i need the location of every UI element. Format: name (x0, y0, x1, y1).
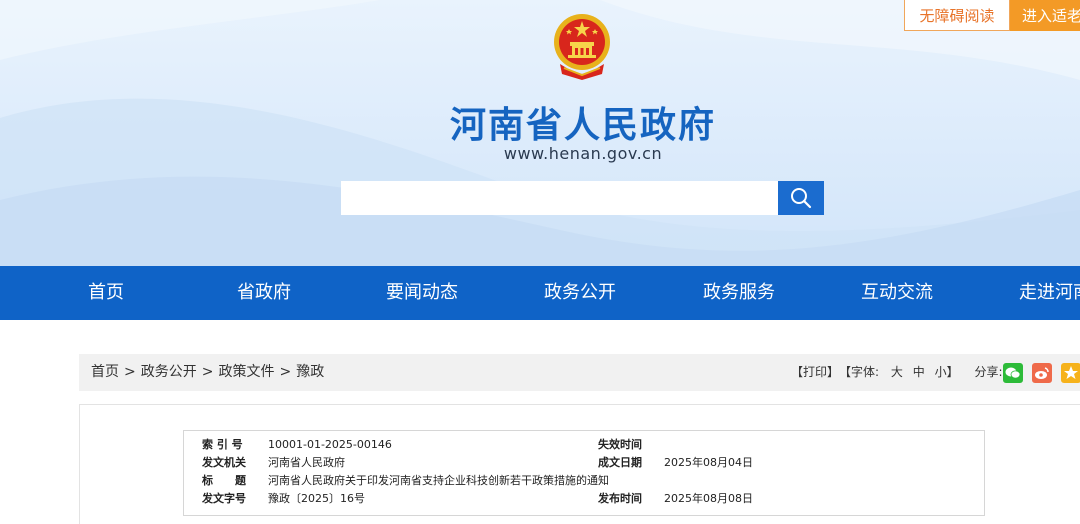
breadcrumb-item-policy-documents[interactable]: 政策文件 (218, 364, 274, 380)
breadcrumb-bar: 首页 > 政务公开 > 政策文件 > 豫政 【打印】【字体: 大 中 小】 分享: (79, 354, 1080, 391)
document-number-value: 豫政〔2025〕16号 (268, 492, 365, 505)
created-date-value: 2025年08月04日 (664, 456, 753, 469)
share-label: 分享: (974, 365, 1003, 379)
search-button[interactable] (778, 181, 824, 215)
star-favorite-icon[interactable] (1061, 363, 1080, 383)
breadcrumb-separator: > (201, 364, 214, 380)
national-emblem-icon (554, 14, 610, 80)
site-url[interactable]: www.henan.gov.cn (0, 144, 1080, 163)
accessible-reading-button[interactable]: 无障碍阅读 (904, 0, 1010, 31)
print-button[interactable]: 【打印】 (791, 354, 839, 391)
site-title: 河南省人民政府 (449, 105, 716, 146)
nav-item-news[interactable]: 要闻动态 (386, 266, 458, 320)
breadcrumb-item-home[interactable]: 首页 (91, 364, 119, 380)
font-size-close: 】 (946, 365, 959, 379)
font-large-button[interactable]: 大 (891, 354, 903, 391)
index-number-value: 10001-01-2025-00146 (268, 438, 392, 451)
nav-item-government-services[interactable]: 政务服务 (703, 266, 775, 320)
wechat-share-icon[interactable] (1003, 363, 1023, 383)
nav-item-provincial-government[interactable]: 省政府 (237, 266, 291, 320)
title-label: 标 题 (202, 474, 246, 487)
elder-mode-button[interactable]: 进入适老 (1010, 0, 1080, 31)
expire-time-label: 失效时间 (598, 438, 642, 451)
breadcrumb-separator: > (279, 364, 292, 380)
main-nav: 首页 省政府 要闻动态 政务公开 政务服务 互动交流 走进河南 (0, 266, 1080, 320)
nav-item-interaction[interactable]: 互动交流 (861, 266, 933, 320)
page-tools: 【打印】【字体: 大 中 小】 分享: (791, 354, 1002, 391)
breadcrumb-separator: > (124, 364, 136, 380)
weibo-share-icon[interactable] (1032, 363, 1052, 383)
publish-time-value: 2025年08月08日 (664, 492, 753, 505)
font-small-button[interactable]: 小 (935, 354, 947, 391)
document-info-table: 索 引 号 10001-01-2025-00146 失效时间 发文机关 河南省人… (183, 430, 985, 516)
created-date-label: 成文日期 (598, 456, 642, 469)
font-size-label: 【字体: (839, 365, 880, 379)
breadcrumb-item-disclosure[interactable]: 政务公开 (141, 364, 197, 380)
search-input[interactable] (341, 181, 778, 215)
search-icon (791, 188, 812, 209)
issuer-label: 发文机关 (202, 456, 246, 469)
breadcrumb: 首页 > 政务公开 > 政策文件 > 豫政 (91, 354, 324, 391)
issuer-value: 河南省人民政府 (268, 456, 345, 469)
document-number-label: 发文字号 (202, 492, 246, 505)
nav-item-government-affairs-disclosure[interactable]: 政务公开 (544, 266, 616, 320)
index-number-label: 索 引 号 (202, 438, 243, 451)
font-medium-button[interactable]: 中 (913, 354, 925, 391)
top-right-buttons: 无障碍阅读 进入适老 (904, 0, 1080, 32)
header-banner: 无障碍阅读 进入适老 河南省人民政府 www.henan.gov.cn (0, 0, 1080, 266)
nav-item-home[interactable]: 首页 (88, 266, 124, 320)
publish-time-label: 发布时间 (598, 492, 642, 505)
breadcrumb-item-yuzheng[interactable]: 豫政 (296, 364, 324, 380)
nav-item-about-henan[interactable]: 走进河南 (1019, 266, 1080, 320)
title-value: 河南省人民政府关于印发河南省支持企业科技创新若干政策措施的通知 (268, 474, 609, 487)
